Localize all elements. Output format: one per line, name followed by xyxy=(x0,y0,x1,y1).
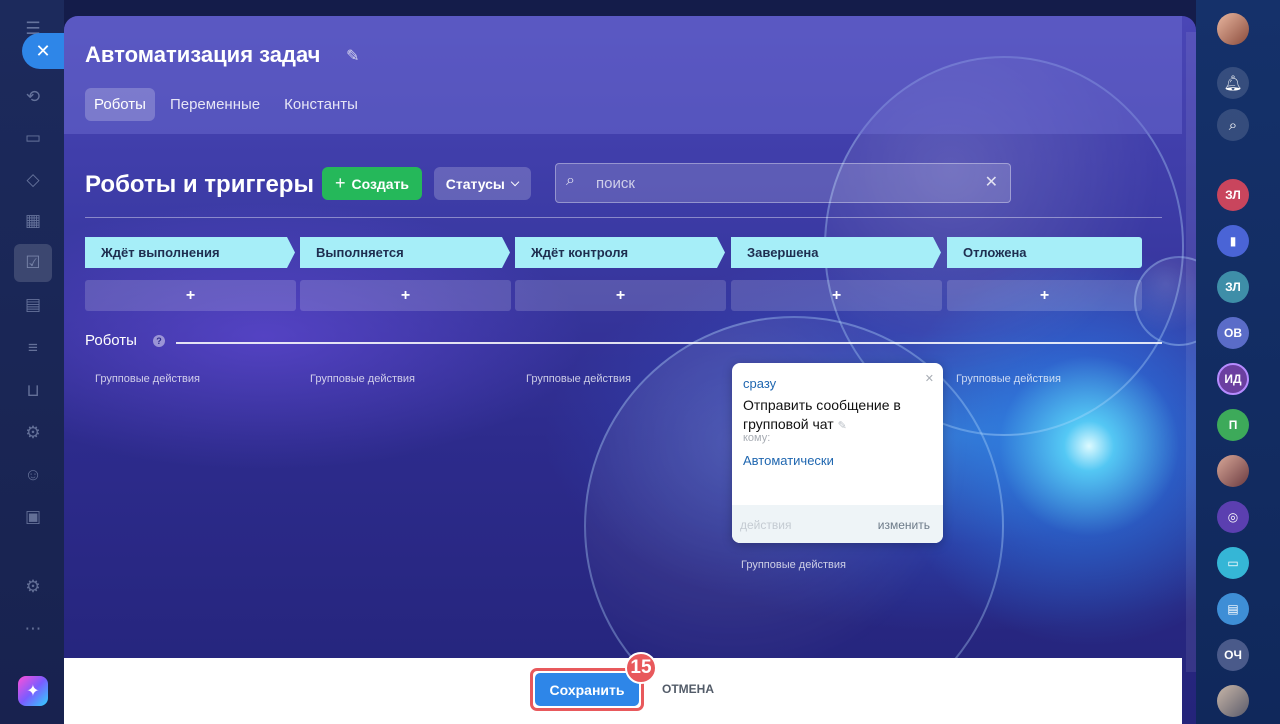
robot-name-text: Отправить сообщение в групповой чат xyxy=(743,397,901,432)
copilot-icon[interactable]: ✦ xyxy=(18,676,48,706)
actions-link[interactable]: действия xyxy=(740,518,791,532)
calendar-icon[interactable]: ▦ xyxy=(20,208,46,234)
pencil-icon[interactable]: ✎ xyxy=(838,420,847,432)
cancel-button[interactable]: ОТМЕНА xyxy=(662,682,714,696)
settings-icon[interactable]: ⚙ xyxy=(20,574,46,600)
search-icon: ⌕ xyxy=(566,172,575,189)
close-icon[interactable]: ✕ xyxy=(925,372,934,385)
bell-icon[interactable]: 🔔︎ xyxy=(1217,67,1249,99)
group-actions-link[interactable]: Групповые действия xyxy=(526,373,631,385)
left-app-sidebar: ☰ ⟲ ▭ ◇ ▦ ☑ ▤ ≡ ⊔ ⚙ ☺ ▣ ⚙ ⋯ xyxy=(0,0,64,724)
change-link[interactable]: изменить xyxy=(878,518,930,532)
chat-avatar[interactable] xyxy=(1217,455,1249,487)
chat-avatar[interactable]: П xyxy=(1217,409,1249,441)
more-icon[interactable]: ⋯ xyxy=(20,616,46,642)
tab-variables[interactable]: Переменные xyxy=(161,88,269,121)
robot-delay[interactable]: сразу xyxy=(743,376,776,391)
bookmark-icon[interactable]: ▮ xyxy=(1217,225,1249,257)
tab-robots[interactable]: Роботы xyxy=(85,88,155,121)
clear-icon[interactable]: ✕ xyxy=(985,172,998,192)
robot-card-footer: действия изменить xyxy=(732,505,943,543)
chevron-down-icon: ⌵ xyxy=(510,177,520,189)
add-trigger-button[interactable]: + xyxy=(515,280,726,311)
chat-avatar[interactable]: ИД xyxy=(1217,363,1249,395)
tab-constants[interactable]: Константы xyxy=(275,88,367,121)
docs-icon[interactable]: ▤ xyxy=(20,292,46,318)
automation-icon[interactable]: ⚙ xyxy=(20,420,46,446)
crm-icon[interactable]: ≡ xyxy=(20,335,46,361)
scrollbar[interactable] xyxy=(1186,32,1196,672)
chat-avatar[interactable]: ЗЛ xyxy=(1217,179,1249,211)
message-icon[interactable]: ▭ xyxy=(1217,547,1249,579)
help-icon[interactable]: ? xyxy=(153,335,165,347)
tabs: Роботы Переменные Константы xyxy=(85,88,367,121)
automation-slider: Автоматизация задач ✎ Роботы Переменные … xyxy=(64,16,1196,724)
section-title: Роботы и триггеры xyxy=(85,171,314,198)
stage-deferred[interactable]: Отложена xyxy=(947,237,1142,268)
save-button[interactable]: Сохранить xyxy=(535,673,639,706)
add-trigger-button[interactable]: + xyxy=(947,280,1142,311)
create-button-label: Создать xyxy=(351,175,410,192)
search-input[interactable] xyxy=(596,172,976,194)
page-title: Автоматизация задач xyxy=(85,42,321,67)
plus-icon: + xyxy=(334,173,346,193)
pin-icon[interactable]: ✎ xyxy=(346,46,359,66)
chat-avatar[interactable]: ОЧ xyxy=(1217,639,1249,671)
chat-avatar[interactable]: ОВ xyxy=(1217,317,1249,349)
statuses-label: Статусы xyxy=(445,175,505,192)
add-trigger-button[interactable]: + xyxy=(300,280,511,311)
feed-icon[interactable]: ⟲ xyxy=(20,84,46,110)
robots-section-label: Роботы xyxy=(85,332,137,349)
recipient-value[interactable]: Автоматически xyxy=(743,453,834,468)
robots-divider xyxy=(176,342,1162,344)
recipient-label: кому: xyxy=(743,432,771,444)
footer-bar: Сохранить 15 ОТМЕНА xyxy=(64,652,1182,724)
forms-icon[interactable]: ▣ xyxy=(20,504,46,530)
group-actions-link[interactable]: Групповые действия xyxy=(95,373,200,385)
add-trigger-button[interactable]: + xyxy=(85,280,296,311)
slider-header: Автоматизация задач ✎ Роботы Переменные … xyxy=(64,16,1182,134)
close-icon: ✕ xyxy=(35,40,51,61)
chat-avatar[interactable]: ЗЛ xyxy=(1217,271,1249,303)
divider xyxy=(85,217,1162,218)
robot-name: Отправить сообщение в групповой чат ✎ xyxy=(743,396,933,436)
group-actions-link[interactable]: Групповые действия xyxy=(956,373,1061,385)
shop-icon[interactable]: ⊔ xyxy=(20,378,46,404)
stage-in-progress[interactable]: Выполняется xyxy=(300,237,510,268)
stage-waiting[interactable]: Ждёт выполнения xyxy=(85,237,295,268)
close-slider-button[interactable]: ✕ xyxy=(22,33,64,69)
add-trigger-button[interactable]: + xyxy=(731,280,942,311)
stage-waiting-control[interactable]: Ждёт контроля xyxy=(515,237,725,268)
search-box: ⌕ ✕ xyxy=(555,163,1011,203)
step-badge: 15 xyxy=(625,652,657,684)
tasks-icon[interactable]: ☑ xyxy=(14,244,52,282)
group-actions-link[interactable]: Групповые действия xyxy=(741,559,846,571)
channel-icon[interactable]: ◎ xyxy=(1217,501,1249,533)
search-chat-icon[interactable]: ⌕ xyxy=(1217,109,1249,141)
chat-icon[interactable]: ▭ xyxy=(20,125,46,151)
collab-icon[interactable]: ◇ xyxy=(20,167,46,193)
contact-icon[interactable]: ▤ xyxy=(1217,593,1249,625)
right-rail: 🔔︎ ⌕ ЗЛ ▮ ЗЛ ОВ ИД П ◎ ▭ ▤ ОЧ xyxy=(1196,0,1280,724)
robot-card[interactable]: сразу ✕ Отправить сообщение в групповой … xyxy=(732,363,943,543)
chat-avatar[interactable] xyxy=(1217,685,1249,717)
statuses-dropdown[interactable]: Статусы ⌵ xyxy=(434,167,531,200)
robot-icon[interactable]: ☺ xyxy=(20,462,46,488)
create-button[interactable]: + Создать xyxy=(322,167,422,200)
user-avatar[interactable] xyxy=(1217,13,1249,45)
group-actions-link[interactable]: Групповые действия xyxy=(310,373,415,385)
stage-completed[interactable]: Завершена xyxy=(731,237,941,268)
